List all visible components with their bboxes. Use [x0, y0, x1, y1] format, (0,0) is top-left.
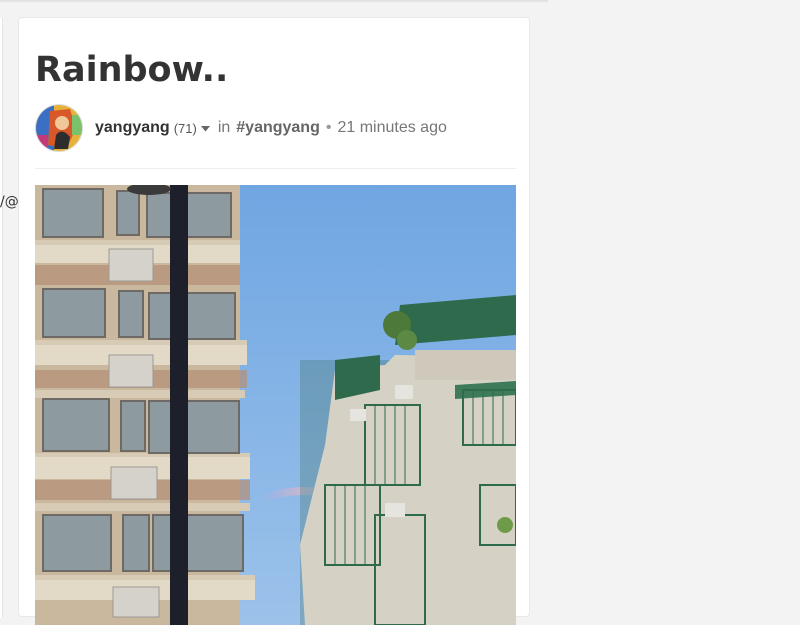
- post-title: Rainbow..: [35, 50, 229, 90]
- post-timestamp[interactable]: 21 minutes ago: [337, 119, 446, 137]
- community-link[interactable]: #yangyang: [236, 119, 320, 137]
- post-card: Rainbow.. yangyang (71) in #yangyang • 2…: [18, 17, 530, 625]
- in-label: in: [217, 119, 231, 136]
- post-image[interactable]: [35, 185, 516, 625]
- left-column-text-fragment: /@: [0, 194, 19, 210]
- divider: [35, 168, 516, 169]
- topbar-shadow: [0, 0, 548, 3]
- author-name[interactable]: yangyang: [95, 119, 170, 137]
- caret-down-icon[interactable]: [200, 119, 210, 137]
- byline: yangyang (71) in #yangyang • 21 minutes …: [95, 119, 447, 137]
- separator-dot: •: [325, 119, 332, 136]
- author-avatar[interactable]: [35, 104, 83, 152]
- post-meta: yangyang (71) in #yangyang • 21 minutes …: [35, 104, 447, 152]
- left-column-edge: [0, 18, 3, 618]
- author-reputation: (71): [173, 120, 197, 136]
